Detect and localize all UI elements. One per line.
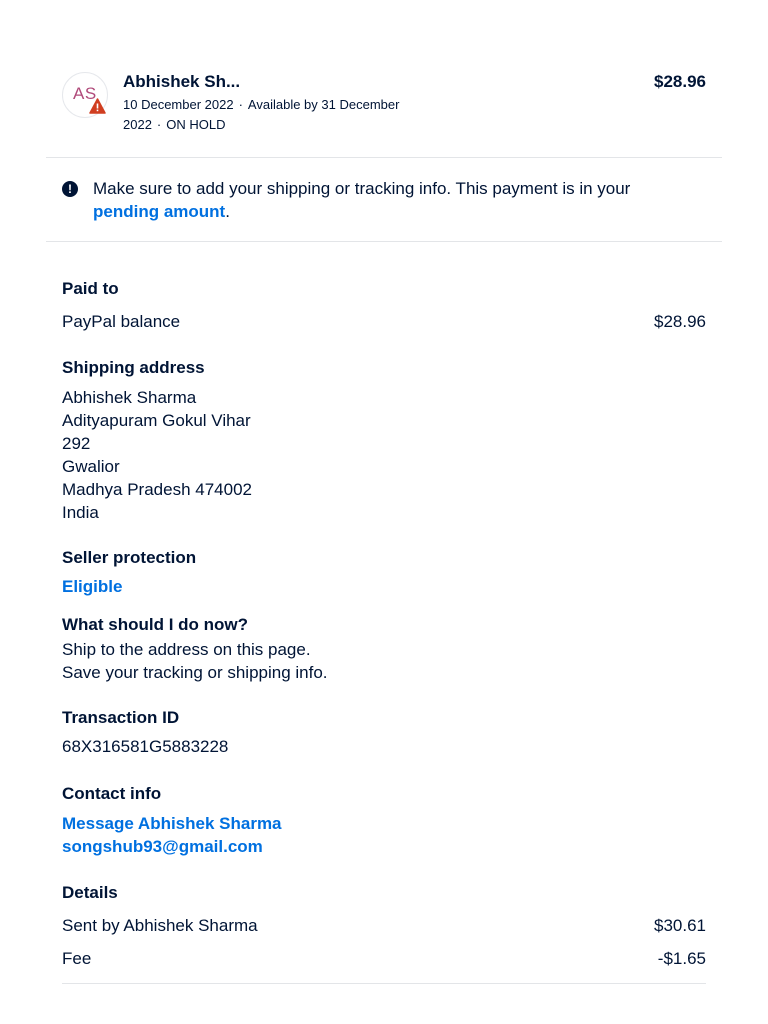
alert-message: Make sure to add your shipping or tracki… [93,179,631,221]
next-steps-label: What should I do now? [62,615,249,634]
shipping-address: Abhishek Sharma Adityapuram Gokul Vihar … [62,386,252,524]
email-link[interactable]: songshub93@gmail.com [62,837,263,857]
seller-protection-label: Seller protection [62,548,197,567]
pending-amount-link[interactable]: pending amount [93,202,225,221]
paid-to-amount: $28.96 [654,312,706,331]
address-line: Madhya Pradesh 474002 [62,480,252,499]
transaction-id: 68X316581G5883228 [62,737,229,756]
divider [46,157,722,158]
next-step-line: Ship to the address on this page. [62,640,311,659]
next-step-line: Save your tracking or shipping info. [62,663,328,682]
address-line: India [62,503,99,522]
contact-info-label: Contact info [62,784,162,803]
details-row-value: $30.61 [654,916,706,935]
warning-icon [89,98,106,114]
transaction-amount: $28.96 [654,72,706,91]
avatar: AS [62,72,108,118]
address-line: 292 [62,434,91,453]
transaction-id-label: Transaction ID [62,708,180,727]
address-line: Abhishek Sharma [62,388,197,407]
paid-to-account: PayPal balance [62,312,181,331]
details-row-label: Sent by Abhishek Sharma [62,916,258,935]
details-label: Details [62,883,118,902]
status-badge: ON HOLD [166,117,226,132]
next-steps: Ship to the address on this page. Save y… [62,638,328,684]
transaction-meta: 10 December 2022 · Available by 31 Decembe… [123,97,400,132]
divider [46,241,722,242]
seller-protection-eligible-link[interactable]: Eligible [62,577,122,597]
alert-icon: ! [62,181,78,197]
transaction-header: AS Abhishek Sh... $28.96 10 December 202… [62,72,706,142]
transaction-date: 10 December 2022 [123,97,234,112]
payer-name: Abhishek Sh... [123,72,241,91]
address-line: Gwalior [62,457,120,476]
shipping-address-label: Shipping address [62,358,205,377]
message-seller-link[interactable]: Message Abhishek Sharma [62,814,282,834]
details-row-label: Fee [62,949,92,968]
paid-to-label: Paid to [62,279,119,298]
details-row-value: -$1.65 [657,949,706,968]
address-line: Adityapuram Gokul Vihar [62,411,251,430]
divider [62,983,706,984]
